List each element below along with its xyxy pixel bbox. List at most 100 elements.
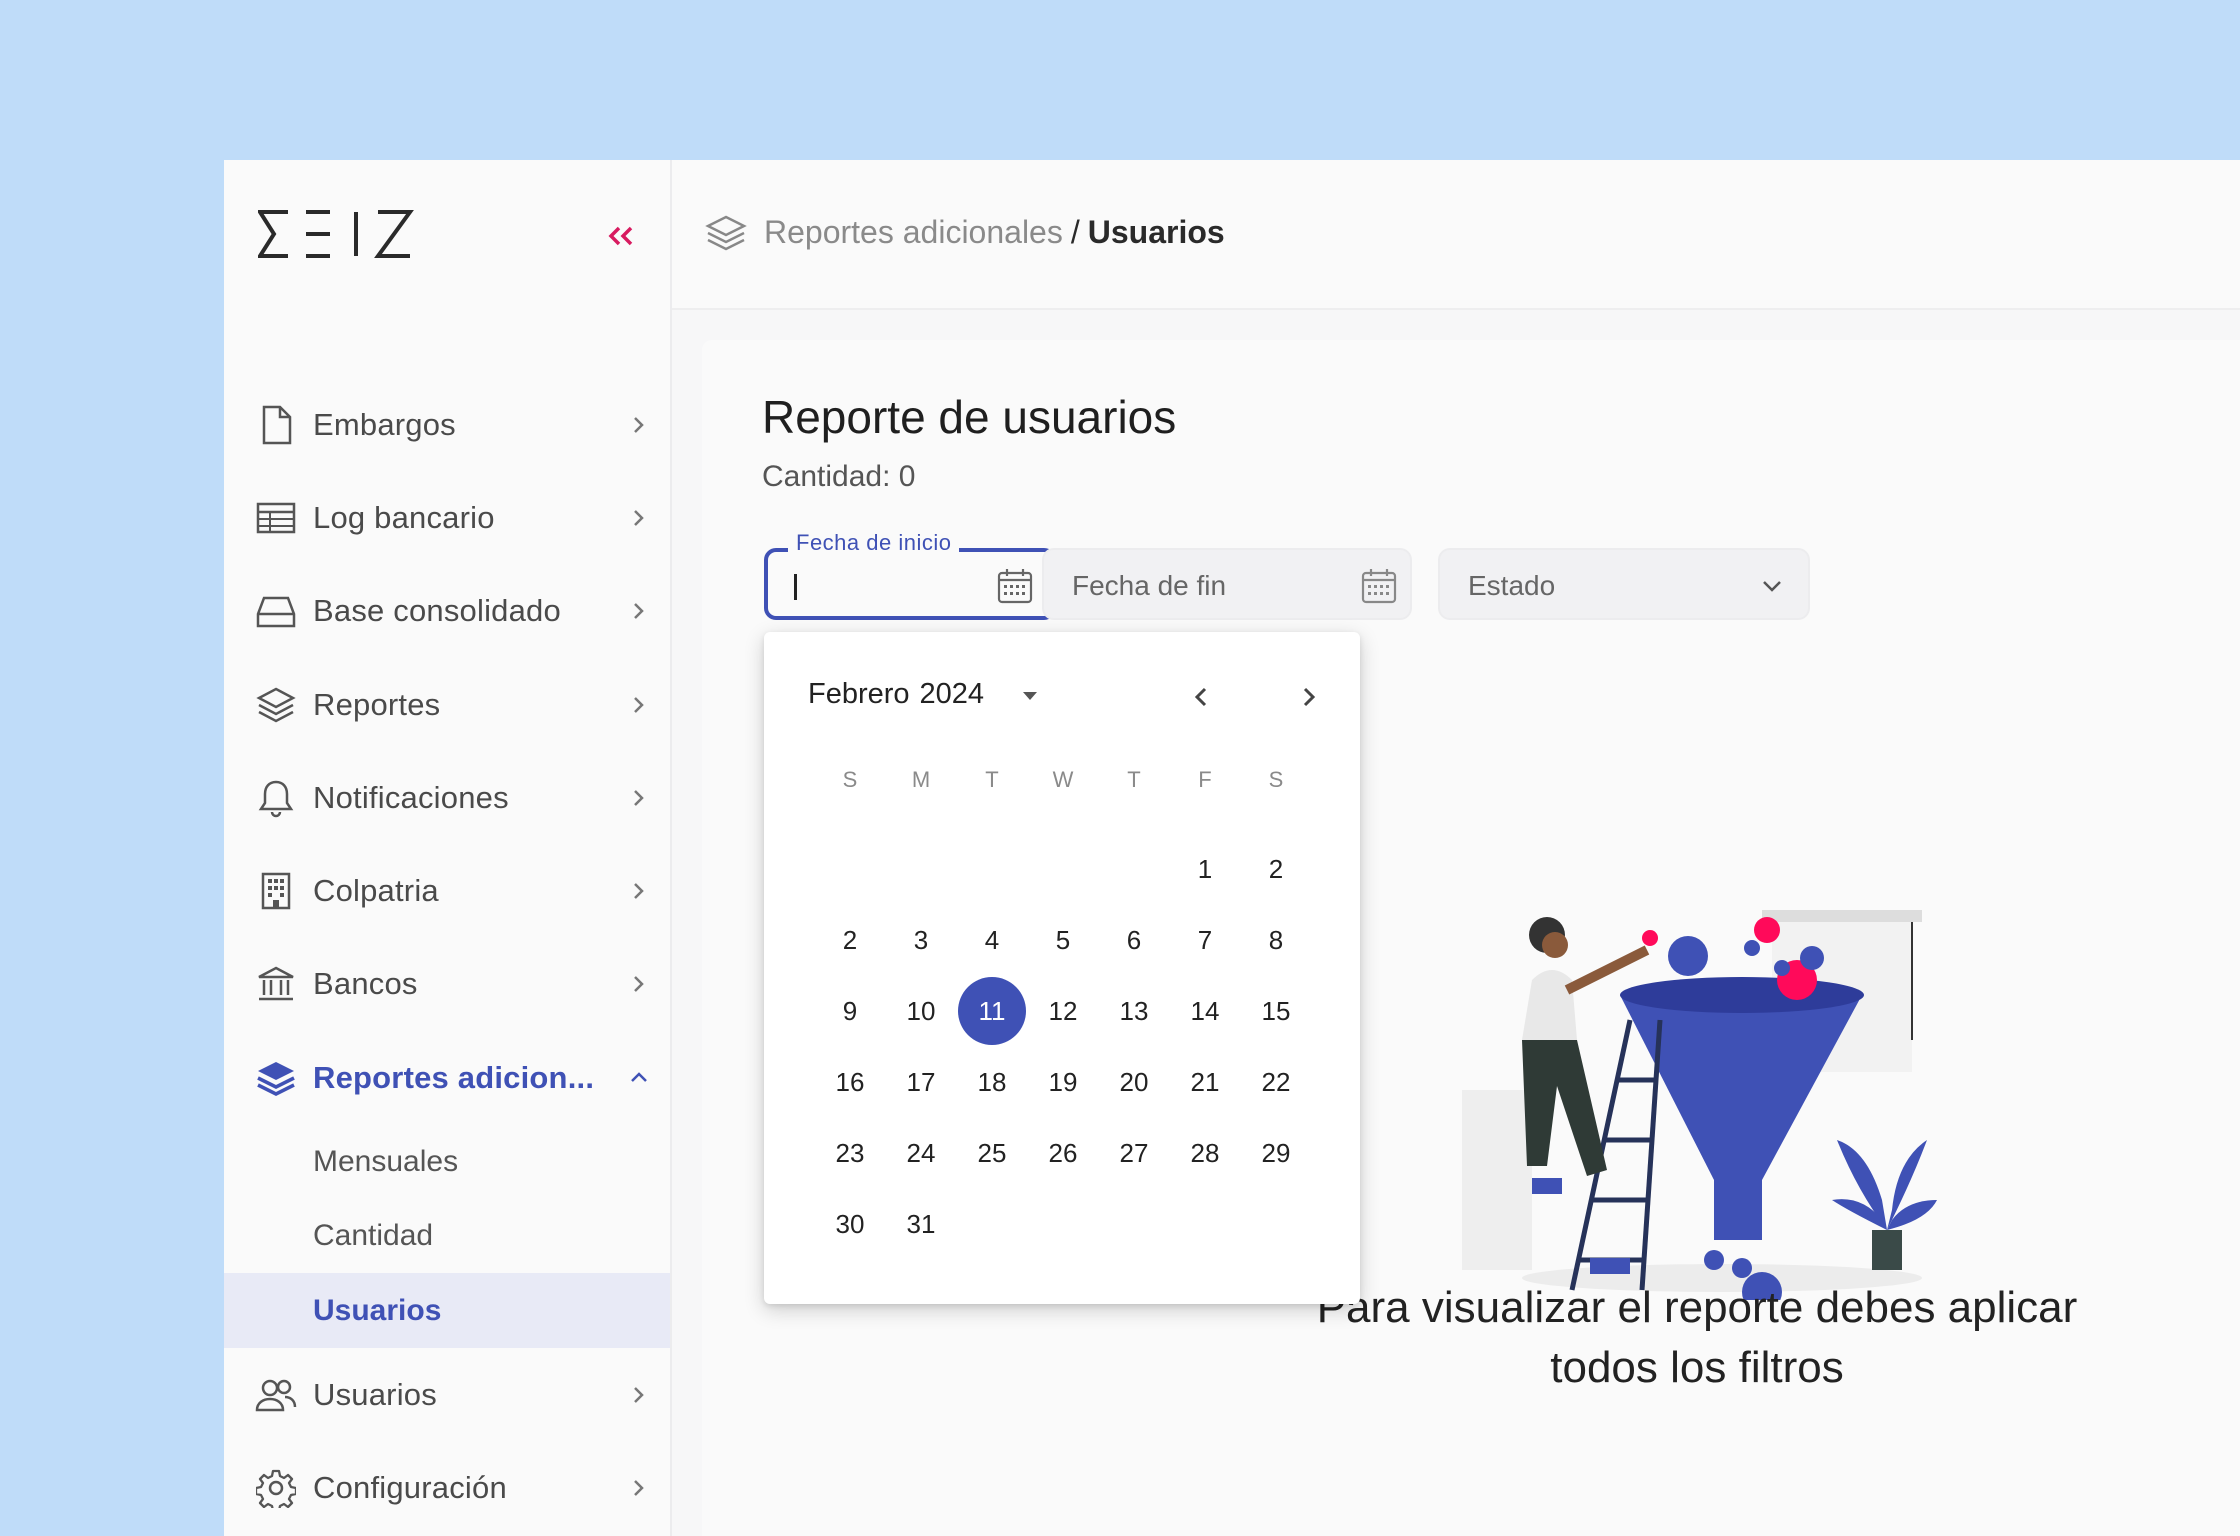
calendar-day[interactable]: 19 [1029,1048,1097,1116]
weekday-header: F [1198,767,1212,792]
sidebar-subitem-usuarios[interactable]: Usuarios [224,1273,670,1348]
calendar-day[interactable]: 3 [887,906,955,974]
sidebar-item-reportes-adicionales[interactable]: Reportes adicion... [224,1031,670,1124]
calendar-day[interactable]: 16 [816,1048,884,1116]
caret-down-icon[interactable] [1018,684,1042,708]
sidebar-item-label: Notificaciones [313,779,509,815]
calendar-day[interactable]: 11 [958,977,1026,1045]
estado-select[interactable]: Estado [1438,548,1810,620]
sidebar-item-base-consolidado[interactable]: Base consolidado [224,565,670,658]
sidebar-item-embargos[interactable]: Embargos [224,378,670,471]
calendar-day[interactable]: 22 [1242,1048,1310,1116]
sidebar-subitem-mensuales[interactable]: Mensuales [224,1124,670,1199]
building-icon [254,869,298,913]
calendar-day[interactable]: 4 [958,906,1026,974]
chevron-right-icon [634,1386,644,1403]
weekday-header: S [1268,767,1284,792]
calendar-icon[interactable] [1360,567,1398,605]
sidebar-nav: Embargos Log bancario Base consolidado R… [224,378,670,1534]
sidebar-item-log-bancario[interactable]: Log bancario [224,471,670,564]
weekday-header: S [842,767,858,792]
calendar-day[interactable]: 9 [816,977,884,1045]
calendar-day[interactable]: 25 [958,1119,1026,1187]
calendar-day[interactable]: 28 [1171,1119,1239,1187]
layers-icon [254,683,298,727]
sidebar-item-label: Colpatria [313,873,439,909]
sidebar-item-configuracion[interactable]: Configuración [224,1441,670,1534]
month-year-label[interactable]: Febrero 2024 [808,678,984,711]
calendar-day[interactable]: 30 [816,1190,884,1258]
breadcrumb: Reportes adicionales / Usuarios [764,214,1225,251]
funnel-illustration [1462,910,1937,1300]
sidebar-item-bancos[interactable]: Bancos [224,938,670,1031]
calendar-day[interactable]: 1 [1171,835,1239,903]
chevron-up-icon [631,1071,647,1082]
sidebar-item-label: Usuarios [313,1376,437,1412]
calendar-day[interactable]: 7 [1171,906,1239,974]
collapse-sidebar-button[interactable] [600,216,640,256]
chevron-left-icon[interactable] [1184,680,1218,714]
page-title: Reporte de usuarios [762,391,1177,443]
month-label: Febrero [808,678,910,710]
sidebar: Embargos Log bancario Base consolidado R… [224,160,672,1536]
end-date-placeholder: Fecha de fin [1072,570,1227,601]
hard-drive-icon [254,589,298,633]
chevron-right-icon [634,416,644,433]
date-picker-popup: Febrero 2024 S M T W T F S 1 2 2 3 4 5 6 7 8 9 10 11 12 13 14 1… [764,632,1360,1304]
weekday-header: M [911,767,931,792]
calendar-day[interactable]: 27 [1100,1119,1168,1187]
double-chevron-left-icon [608,226,633,246]
calendar-day[interactable]: 31 [887,1190,955,1258]
calendar-day[interactable]: 20 [1100,1048,1168,1116]
calendar-day[interactable]: 24 [887,1119,955,1187]
calendar-day[interactable]: 8 [1242,906,1310,974]
breadcrumb-current: Usuarios [1087,214,1225,250]
file-icon [254,403,298,447]
calendar-day[interactable]: 2 [816,906,884,974]
calendar-day[interactable]: 29 [1242,1119,1310,1187]
calendar-day[interactable]: 26 [1029,1119,1097,1187]
start-date-label: Fecha de inicio [788,530,960,556]
sidebar-item-label: Log bancario [313,499,495,535]
start-date-field[interactable]: Fecha de inicio [764,530,1056,620]
end-date-field[interactable]: Fecha de fin [1042,548,1412,620]
sidebar-item-reportes[interactable]: Reportes [224,658,670,751]
calendar-day[interactable]: 13 [1100,977,1168,1045]
calendar-day[interactable]: 5 [1029,906,1097,974]
count-label: Cantidad: 0 [762,460,916,493]
sidebar-item-label: Reportes [313,686,441,722]
calendar-icon[interactable] [996,567,1034,605]
sidebar-item-colpatria[interactable]: Colpatria [224,844,670,937]
sidebar-item-notificaciones[interactable]: Notificaciones [224,751,670,844]
calendar-day[interactable]: 10 [887,977,955,1045]
layers-icon [705,215,747,251]
bell-icon [254,776,298,820]
sidebar-subitem-cantidad[interactable]: Cantidad [224,1199,670,1274]
sidebar-item-label: Bancos [313,966,418,1002]
users-icon [254,1373,298,1417]
calendar-day[interactable]: 18 [958,1048,1026,1116]
estado-placeholder: Estado [1468,570,1556,601]
text-cursor [794,574,797,600]
breadcrumb-parent[interactable]: Reportes adicionales [764,214,1063,250]
chevron-right-icon [634,976,644,993]
chevron-right-icon [634,789,644,806]
calendar-day[interactable]: 21 [1171,1048,1239,1116]
sidebar-item-label: Embargos [313,406,456,442]
sidebar-item-label: Configuración [313,1469,507,1505]
sidebar-item-usuarios[interactable]: Usuarios [224,1348,670,1441]
breadcrumb-separator: / [1070,214,1080,250]
sidebar-subitem-label: Cantidad [313,1219,434,1253]
chevron-right-icon[interactable] [1292,680,1326,714]
weekday-header: T [985,767,999,792]
calendar-day[interactable]: 6 [1100,906,1168,974]
calendar-day[interactable]: 15 [1242,977,1310,1045]
calendar-day[interactable]: 2 [1242,835,1310,903]
layers-filled-icon [254,1056,298,1100]
calendar-day[interactable]: 12 [1029,977,1097,1045]
table-icon [254,496,298,540]
calendar-day[interactable]: 17 [887,1048,955,1116]
empty-message-line: todos los filtros [1550,1343,1844,1392]
calendar-day[interactable]: 14 [1171,977,1239,1045]
calendar-day[interactable]: 23 [816,1119,884,1187]
